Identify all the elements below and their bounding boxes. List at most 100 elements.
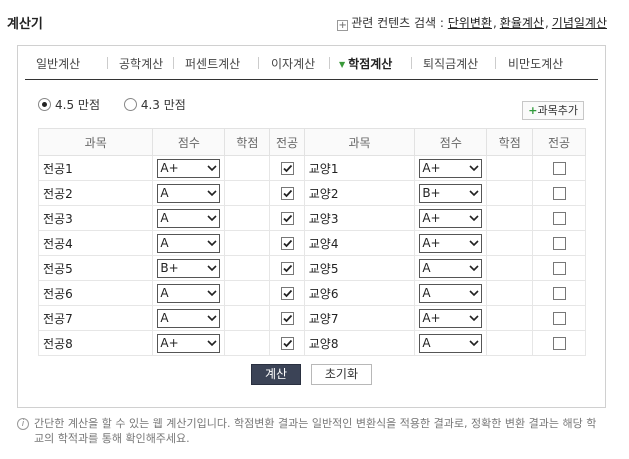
tab-bmi[interactable]: 비만도계산 (508, 55, 563, 72)
major-checkbox[interactable] (280, 312, 294, 325)
major-checkbox[interactable] (552, 187, 566, 200)
score-value: A+ (422, 235, 441, 250)
subject-name: 교양8 (308, 336, 339, 351)
table-row: 전공7 A 교양7 A+ (37, 305, 586, 331)
calculate-button[interactable]: 계산 (250, 364, 302, 385)
major-checkbox[interactable] (280, 262, 294, 275)
tab-grade[interactable]: ▼ 학점계산 (339, 55, 392, 72)
tab-severance[interactable]: 퇴직금계산 (423, 55, 478, 72)
subject-name-cell: 전공3 (37, 205, 154, 231)
score-select[interactable]: A+ (157, 158, 221, 178)
credit-cell[interactable] (486, 155, 534, 181)
table-row: 전공3 A 교양3 A+ (37, 205, 586, 231)
calculator-panel: 일반계산 공학계산 퍼센트계산 이자계산 ▼ 학점계산 퇴직금계산 비만도계산 4… (17, 45, 606, 408)
score-select[interactable]: B+ (419, 183, 483, 203)
credit-cell[interactable] (486, 180, 534, 206)
tab-interest[interactable]: 이자계산 (271, 55, 315, 72)
related-link-anniversary[interactable]: 기념일계산 (552, 16, 607, 30)
major-checkbox[interactable] (280, 337, 294, 350)
plus-icon: + (337, 20, 349, 31)
subject-name: 전공6 (43, 286, 73, 301)
credit-cell[interactable] (224, 255, 271, 281)
related-link-unit-conversion[interactable]: 단위변환 (448, 16, 492, 30)
major-checkbox[interactable] (280, 187, 294, 200)
score-select[interactable]: A+ (157, 333, 221, 353)
add-subject-button[interactable]: +과목추가 (522, 101, 584, 120)
score-select[interactable]: A (157, 183, 221, 203)
score-value: A (160, 185, 169, 200)
major-checkbox[interactable] (552, 212, 566, 225)
score-select[interactable]: A+ (419, 208, 483, 228)
related-label: 관련 컨텐츠 검색 : (351, 16, 444, 30)
credit-cell[interactable] (224, 330, 271, 356)
radio-4-5[interactable] (38, 98, 51, 111)
subject-name: 교양4 (308, 236, 339, 251)
major-checkbox[interactable] (552, 337, 566, 350)
score-value: A+ (160, 335, 179, 350)
tab-percent[interactable]: 퍼센트계산 (185, 55, 240, 72)
related-link-exchange-rate[interactable]: 환율계산 (500, 16, 544, 30)
major-cell (532, 280, 586, 306)
reset-button[interactable]: 초기화 (310, 364, 373, 385)
score-select[interactable]: A (157, 283, 221, 303)
radio-4-3-label: 4.3 만점 (140, 98, 186, 112)
score-select[interactable]: A+ (419, 308, 483, 328)
major-checkbox[interactable] (280, 162, 294, 175)
credit-cell[interactable] (486, 330, 534, 356)
subject-name-cell: 교양4 (303, 230, 416, 256)
score-value: A+ (422, 310, 441, 325)
major-cell (269, 330, 305, 356)
credit-cell[interactable] (224, 180, 271, 206)
credit-cell[interactable] (486, 305, 534, 331)
credit-cell[interactable] (224, 205, 271, 231)
major-checkbox[interactable] (552, 287, 566, 300)
major-checkbox[interactable] (280, 212, 294, 225)
major-checkbox[interactable] (552, 162, 566, 175)
score-select[interactable]: A (419, 258, 483, 278)
major-cell (532, 330, 586, 356)
score-cell: A (152, 180, 226, 206)
tab-engineering[interactable]: 공학계산 (119, 55, 163, 72)
score-value: A (160, 235, 169, 250)
tab-separator (329, 57, 330, 69)
subject-name: 전공4 (43, 236, 73, 251)
score-select[interactable]: A (157, 208, 221, 228)
score-select[interactable]: A (157, 233, 221, 253)
credit-cell[interactable] (486, 255, 534, 281)
subject-name: 교양5 (308, 261, 339, 276)
score-select[interactable]: A (419, 283, 483, 303)
major-cell (269, 205, 305, 231)
header-score: 점수 (414, 128, 488, 156)
subject-name: 교양1 (308, 161, 339, 176)
major-checkbox[interactable] (552, 237, 566, 250)
tab-separator (173, 57, 174, 69)
separator: , (492, 16, 497, 30)
major-checkbox[interactable] (552, 262, 566, 275)
grade-table: 과목 점수 학점 전공 과목 점수 학점 전공 전공1 A+ 교양1 A+ 전공2 A 교양… (37, 128, 586, 356)
credit-cell[interactable] (486, 205, 534, 231)
score-select[interactable]: A (419, 333, 483, 353)
major-checkbox[interactable] (552, 312, 566, 325)
tab-grade-label: 학점계산 (348, 57, 393, 71)
score-select[interactable]: A+ (419, 158, 483, 178)
credit-cell[interactable] (486, 230, 534, 256)
major-cell (269, 255, 305, 281)
score-select[interactable]: A+ (419, 233, 483, 253)
credit-cell[interactable] (224, 280, 271, 306)
major-checkbox[interactable] (280, 237, 294, 250)
score-cell: B+ (152, 255, 226, 281)
credit-cell[interactable] (486, 280, 534, 306)
credit-cell[interactable] (224, 305, 271, 331)
score-select[interactable]: B+ (157, 258, 221, 278)
major-checkbox[interactable] (280, 287, 294, 300)
score-select[interactable]: A (157, 308, 221, 328)
credit-cell[interactable] (224, 230, 271, 256)
page-title: 계산기 (7, 17, 43, 32)
radio-4-3[interactable] (123, 98, 137, 111)
tab-general[interactable]: 일반계산 (36, 55, 80, 72)
subject-name-cell: 전공7 (37, 305, 154, 331)
calculator-tabs: 일반계산 공학계산 퍼센트계산 이자계산 ▼ 학점계산 퇴직금계산 비만도계산 (18, 46, 605, 80)
score-cell: A (414, 255, 488, 281)
credit-cell[interactable] (224, 155, 271, 181)
header-subject: 과목 (37, 128, 154, 156)
